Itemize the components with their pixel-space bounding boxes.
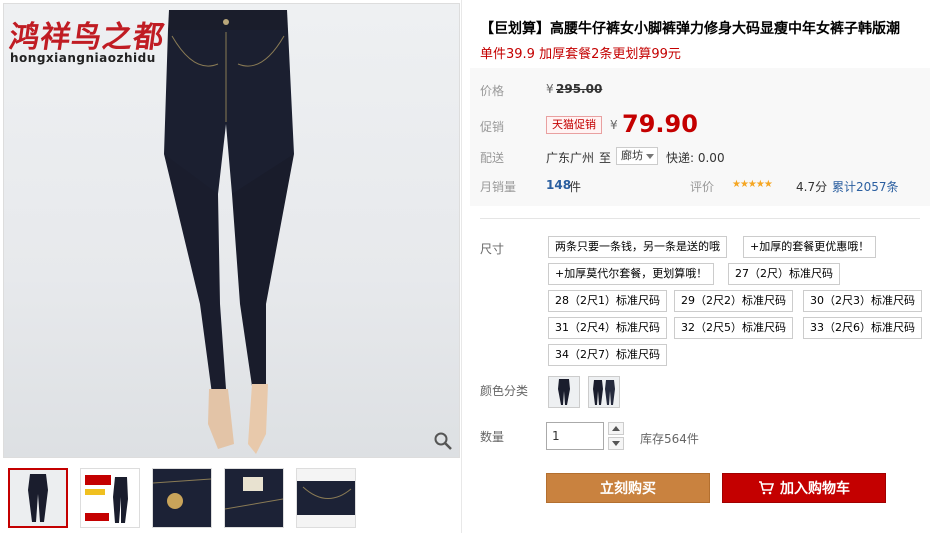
sales-label: 月销量 [480, 180, 517, 194]
ship-destination-value: 廊坊 [621, 149, 643, 162]
size-option[interactable]: 33（2尺6）标准尺码 [803, 317, 922, 339]
size-option[interactable]: 28（2尺1）标准尺码 [548, 290, 667, 312]
thumb-label-detail[interactable] [224, 468, 284, 528]
stock-text: 库存564件 [640, 432, 699, 446]
sales-count: 148 [546, 178, 572, 192]
size-label: 尺寸 [480, 242, 505, 256]
quantity-decrease-button[interactable] [608, 437, 624, 450]
thumb-pocket-detail[interactable] [296, 468, 356, 528]
color-label: 颜色分类 [480, 384, 529, 398]
chevron-up-icon [612, 426, 620, 431]
price-currency: ¥ [546, 82, 554, 96]
ship-fee: 快递: 0.00 [666, 151, 725, 165]
ship-destination-select[interactable]: 廊坊 [616, 147, 658, 165]
thumb-button-detail[interactable] [152, 468, 212, 528]
promo-price: 79.90 [622, 110, 698, 138]
color-swatch-dark-front[interactable] [548, 376, 580, 408]
product-subtitle: 单件39.9 加厚套餐2条更划算99元 [480, 47, 681, 62]
rating-stars: ★★★★★ [732, 179, 773, 190]
promo-badge: 天猫促销 [546, 116, 602, 134]
color-swatch-dark-pair[interactable] [588, 376, 620, 408]
divider [480, 218, 920, 219]
rating-total-link[interactable]: 累计2057条 [832, 178, 899, 195]
quantity-increase-button[interactable] [608, 422, 624, 435]
column-divider [461, 0, 462, 533]
buy-now-button[interactable]: 立刻购买 [546, 473, 710, 503]
add-to-cart-label: 加入购物车 [780, 481, 850, 497]
jeans-illustration [164, 10, 294, 454]
product-title: 【巨划算】高腰牛仔裤女小脚裤弹力修身大码显瘦中年女裤子韩版潮 [480, 21, 900, 37]
size-option[interactable]: +加厚莫代尔套餐，更划算哦！ [548, 263, 715, 285]
price-label: 价格 [480, 84, 505, 98]
price-meta-box: 价格 ¥ 295.00 促销 天猫促销 ¥ 79.90 配送 广东广州 至 廊坊… [470, 68, 930, 206]
thumb-jeans-full[interactable] [8, 468, 68, 528]
size-option[interactable]: 30（2尺3）标准尺码 [803, 290, 922, 312]
thumbnail-strip [8, 468, 458, 530]
magnifier-icon[interactable] [433, 431, 453, 451]
main-product-image[interactable]: 鸿祥鸟之都 hongxiangniaozhidu [3, 3, 460, 458]
add-to-cart-button[interactable]: 加入购物车 [722, 473, 886, 503]
ship-from: 广东广州 [546, 151, 595, 165]
ship-label: 配送 [480, 151, 505, 165]
promo-label: 促销 [480, 120, 505, 134]
shopping-cart-icon [759, 481, 775, 495]
thumb-promo-poster[interactable] [80, 468, 140, 528]
quantity-input[interactable]: 1 [546, 422, 604, 450]
size-option[interactable]: 31（2尺4）标准尺码 [548, 317, 667, 339]
quantity-label: 数量 [480, 430, 505, 444]
size-option[interactable]: 29（2尺2）标准尺码 [674, 290, 793, 312]
rating-label: 评价 [690, 180, 715, 194]
sales-unit: 件 [569, 180, 582, 194]
chevron-down-icon [646, 154, 654, 159]
promo-currency: ¥ [610, 118, 618, 132]
size-option[interactable]: 27（2尺）标准尺码 [728, 263, 840, 285]
rating-score: 4.7分 [796, 180, 828, 194]
product-info-panel: 【巨划算】高腰牛仔裤女小脚裤弹力修身大码显瘦中年女裤子韩版潮 单件39.9 加厚… [470, 0, 930, 533]
original-price: 295.00 [556, 82, 603, 96]
ship-to-word: 至 [599, 151, 612, 165]
size-option[interactable]: 32（2尺5）标准尺码 [674, 317, 793, 339]
size-option[interactable]: 两条只要一条钱，另一条是送的哦 [548, 236, 727, 258]
size-option[interactable]: 34（2尺7）标准尺码 [548, 344, 667, 366]
size-option[interactable]: +加厚的套餐更优惠哦！ [743, 236, 877, 258]
chevron-down-icon [612, 441, 620, 446]
